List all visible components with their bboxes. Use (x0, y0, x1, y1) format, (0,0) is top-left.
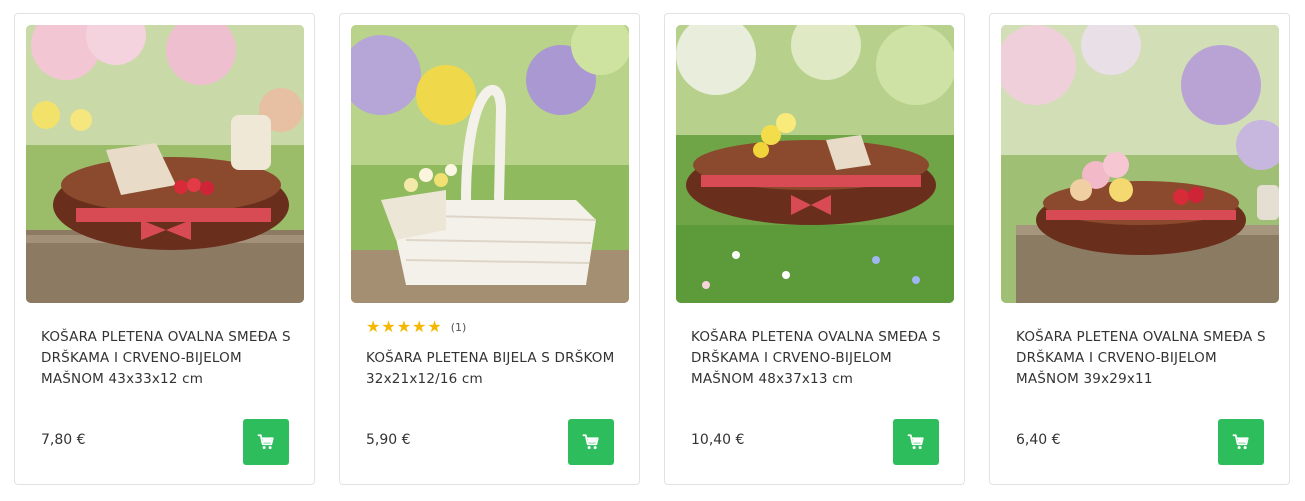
product-price: 7,80 € (41, 432, 86, 448)
shopping-cart-icon (1232, 434, 1249, 450)
product-image[interactable] (26, 25, 304, 303)
add-to-cart-button[interactable] (1218, 419, 1264, 465)
product-grid: KOŠARA PLETENA OVALNA SMEĐA S DRŠKAMA I … (0, 0, 1305, 501)
product-rating: ★★★★★ (1) (366, 319, 466, 335)
product-card: KOŠARA PLETENA OVALNA SMEĐA S DRŠKAMA I … (14, 13, 315, 485)
product-image[interactable] (1001, 25, 1279, 303)
product-price: 10,40 € (691, 432, 745, 448)
product-title[interactable]: KOŠARA PLETENA OVALNA SMEĐA S DRŠKAMA I … (1016, 327, 1268, 390)
product-title[interactable]: KOŠARA PLETENA BIJELA S DRŠKOM 32x21x12/… (366, 348, 618, 390)
product-image[interactable] (351, 25, 629, 303)
add-to-cart-button[interactable] (893, 419, 939, 465)
product-card: KOŠARA PLETENA OVALNA SMEĐA S DRŠKAMA I … (664, 13, 965, 485)
product-price: 5,90 € (366, 432, 411, 448)
shopping-cart-icon (257, 434, 274, 450)
product-title[interactable]: KOŠARA PLETENA OVALNA SMEĐA S DRŠKAMA I … (41, 327, 293, 390)
product-card: KOŠARA PLETENA OVALNA SMEĐA S DRŠKAMA I … (989, 13, 1290, 485)
product-image[interactable] (676, 25, 954, 303)
add-to-cart-button[interactable] (243, 419, 289, 465)
product-card: ★★★★★ (1) KOŠARA PLETENA BIJELA S DRŠKOM… (339, 13, 640, 485)
add-to-cart-button[interactable] (568, 419, 614, 465)
rating-count: (1) (450, 320, 467, 334)
rating-stars: ★★★★★ (366, 317, 443, 336)
product-title[interactable]: KOŠARA PLETENA OVALNA SMEĐA S DRŠKAMA I … (691, 327, 943, 390)
product-price: 6,40 € (1016, 432, 1061, 448)
shopping-cart-icon (907, 434, 924, 450)
shopping-cart-icon (582, 434, 599, 450)
